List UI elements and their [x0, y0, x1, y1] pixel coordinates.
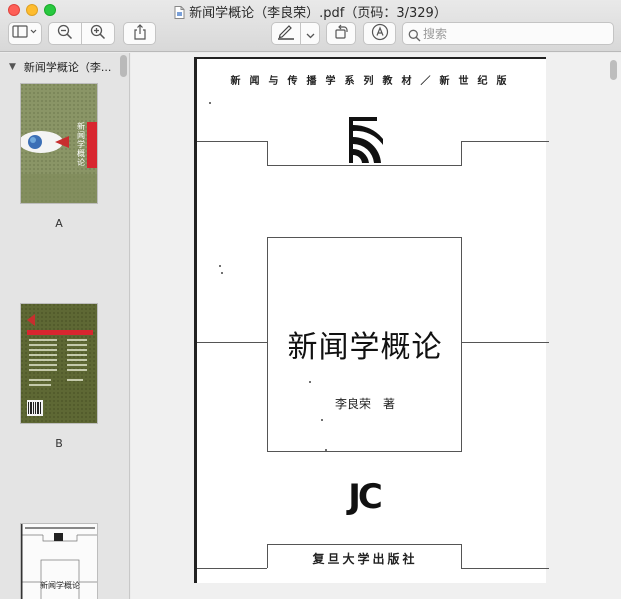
rotate-icon — [333, 24, 349, 44]
search-field[interactable] — [402, 22, 614, 45]
page-rule — [461, 342, 549, 343]
cover-title-vertical: 新闻学概论 — [77, 122, 85, 167]
page-rule — [197, 342, 267, 343]
scan-speck — [321, 419, 323, 421]
thumbnail-label-b: B — [55, 437, 63, 450]
search-icon — [408, 27, 421, 46]
page-rule — [461, 141, 462, 165]
scan-speck — [209, 102, 211, 104]
preview-window: 新闻学概论（李良荣）.pdf（页码：3/329） 搜索 ▼ 新闻学概论（李...… — [0, 0, 621, 599]
scan-speck — [219, 265, 221, 267]
markup-options-button[interactable] — [300, 22, 320, 45]
series-name: 新闻与传播学系列教材／新世纪版 — [230, 76, 516, 87]
page-rule — [197, 568, 267, 569]
pdf-document-icon — [174, 6, 185, 23]
chevron-down-icon — [306, 24, 315, 43]
back-cover-image — [21, 304, 97, 423]
zoom-out-button[interactable] — [48, 22, 82, 45]
rotate-button[interactable] — [326, 22, 356, 45]
window-title-area: 新闻学概论（李良荣）.pdf（页码：3/329） — [0, 2, 621, 23]
pdf-page: 新闻与传播学系列教材／新世纪版 新闻学概论 李良荣 著 JC 复旦大学出版社 — [194, 57, 549, 583]
share-button[interactable] — [123, 22, 156, 45]
page-thumbnail[interactable]: 新闻学概论 — [20, 523, 98, 599]
zoom-in-button[interactable] — [81, 22, 115, 45]
page-rule — [267, 544, 462, 545]
page-rule — [267, 165, 462, 166]
scan-speck — [221, 272, 223, 274]
page-thumbnail[interactable]: 新闻学概论 — [20, 83, 98, 204]
publisher-logo: JC — [348, 477, 383, 517]
sidebar-toggle-icon — [12, 24, 38, 43]
markup-circle-icon — [371, 23, 389, 45]
publisher-emblem-icon — [349, 117, 383, 163]
thumbnail-label-a: A — [55, 217, 63, 230]
toolbar: 新闻学概论（李良荣）.pdf（页码：3/329） — [0, 0, 621, 52]
sidebar-scrollbar[interactable] — [120, 55, 127, 77]
disclosure-triangle-icon[interactable]: ▼ — [9, 62, 16, 72]
pen-icon — [277, 24, 295, 44]
page-rule — [267, 141, 268, 165]
front-cover-image — [21, 84, 97, 203]
document-scrollbar[interactable] — [610, 60, 617, 80]
page-rule — [197, 141, 267, 142]
share-icon — [133, 23, 147, 44]
sidebar-toggle-button[interactable] — [8, 22, 42, 45]
page-thumbnail[interactable] — [20, 303, 98, 424]
markup-toolbar-button[interactable] — [363, 22, 396, 45]
window-title: 新闻学概论（李良荣）.pdf（页码：3/329） — [189, 6, 447, 21]
markup-pen-button[interactable] — [271, 22, 301, 45]
page-rule — [267, 237, 462, 238]
page-rule — [461, 141, 549, 142]
book-title: 新闻学概论 — [287, 330, 443, 365]
page-rule — [267, 451, 462, 452]
sidebar-document-title: 新闻学概论（李... — [23, 61, 112, 74]
book-author: 李良荣 著 — [334, 397, 395, 411]
scan-speck — [309, 381, 311, 383]
scan-speck — [325, 449, 327, 451]
sidebar-document-header[interactable]: ▼ 新闻学概论（李... — [0, 57, 118, 77]
publisher-name: 复旦大学出版社 — [312, 552, 418, 566]
document-view[interactable]: 新闻与传播学系列教材／新世纪版 新闻学概论 李良荣 著 JC 复旦大学出版社 — [131, 53, 621, 599]
search-input[interactable] — [423, 25, 608, 42]
zoom-out-icon — [57, 24, 73, 44]
zoom-in-icon — [90, 24, 106, 44]
title-page-thumb-title: 新闻学概论 — [40, 581, 80, 590]
thumbnail-sidebar: ▼ 新闻学概论（李... 新闻学概论 A B 新闻学概论 — [0, 53, 130, 599]
page-rule — [461, 568, 549, 569]
